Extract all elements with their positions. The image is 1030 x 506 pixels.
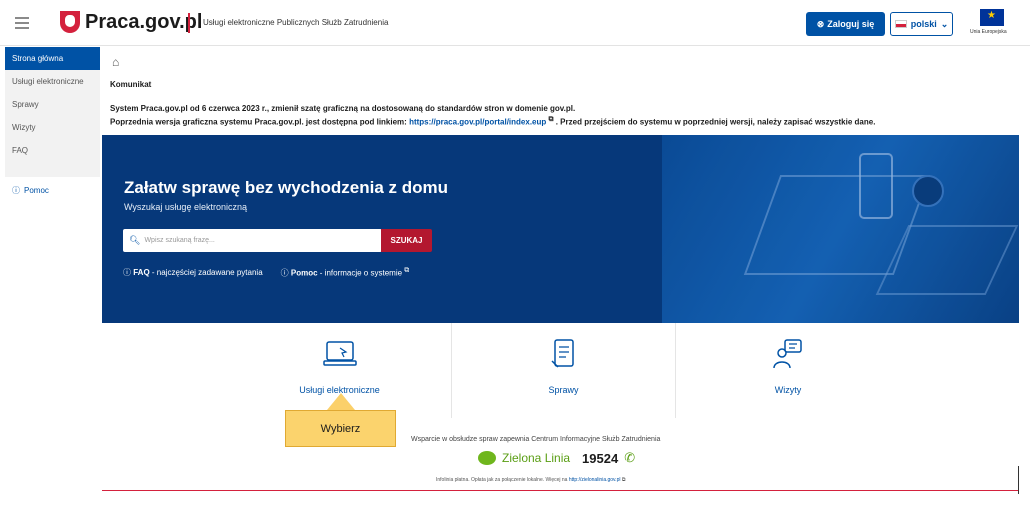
language-label: polski	[910, 19, 937, 29]
sidebar-item-home[interactable]: Strona główna	[5, 47, 100, 70]
eu-flag-icon	[980, 9, 1004, 26]
help-link[interactable]: ⓘ Pomoc - informacje o systemie ⧉	[281, 267, 410, 279]
sidebar-item-cases[interactable]: Sprawy	[5, 93, 100, 116]
external-link-icon: ⧉	[404, 267, 410, 274]
cup-illustration	[912, 175, 944, 207]
sidebar-item-faq[interactable]: FAQ	[5, 139, 100, 162]
fine-print: Infolinia płatna. Opłata jak za połączen…	[436, 477, 625, 483]
green-line: Zielona Linia 19524 ✆	[478, 450, 635, 466]
bottom-divider	[102, 490, 1019, 491]
top-bar: Praca.gov.pl Usługi elektroniczne Public…	[0, 0, 1030, 46]
faq-link-desc: - najczęściej zadawane pytania	[151, 268, 263, 277]
green-line-logo-icon	[478, 451, 496, 465]
search-placeholder: Wpisz szukaną frazę...	[144, 237, 215, 244]
support-text: Wsparcie w obsłudze spraw zapewnia Centr…	[411, 436, 661, 443]
card-cases[interactable]: Sprawy	[452, 323, 676, 418]
green-line-number: 19524	[582, 450, 619, 466]
help-label: Pomoc	[24, 186, 49, 195]
polish-flag-icon	[894, 20, 907, 28]
notice-title: Komunikat	[110, 80, 152, 89]
laptop-icon	[320, 335, 360, 373]
help-link-desc: - informacje o systemie	[319, 268, 403, 278]
logo-divider	[188, 13, 190, 33]
eagle-emblem-icon	[60, 11, 80, 33]
document-icon	[544, 335, 584, 373]
external-link-icon: ⧉	[548, 116, 554, 123]
notice-line-2-prefix: Poprzednia wersja graficzna systemu Prac…	[110, 117, 407, 127]
language-select[interactable]: polski ⌄	[890, 12, 953, 36]
faq-link-label: FAQ	[133, 268, 150, 277]
faq-link[interactable]: ⓘ FAQ - najczęściej zadawane pytania	[123, 267, 263, 279]
question-icon: ⓘ	[123, 268, 131, 277]
search-icon: 🔍︎	[129, 235, 141, 245]
sidebar-item-services[interactable]: Usługi elektroniczne	[5, 70, 100, 93]
user-icon: ⊗	[816, 18, 825, 29]
notice-line-2-suffix: . Przed przejściem do systemu w poprzedn…	[555, 117, 876, 127]
hero-subtitle: Wyszukaj usługę elektroniczną	[124, 202, 247, 212]
phone-icon: ✆	[624, 450, 636, 465]
old-version-link[interactable]: https://praca.gov.pl/portal/index.eup	[409, 118, 546, 127]
help-link-label: Pomoc	[290, 268, 318, 278]
chevron-down-icon: ⌄	[940, 18, 949, 29]
notice-line-2: Poprzednia wersja graficzna systemu Prac…	[110, 116, 875, 127]
login-button[interactable]: ⊗ Zaloguj się	[806, 12, 885, 36]
site-logo[interactable]: Praca.gov.pl	[85, 11, 202, 34]
hero-links: ⓘ FAQ - najczęściej zadawane pytania ⓘ P…	[123, 267, 409, 279]
green-line-name: Zielona Linia	[502, 451, 571, 465]
hero-illustration	[662, 135, 1019, 323]
right-edge-line	[1018, 466, 1019, 494]
info-icon: ⓘ	[280, 268, 289, 278]
green-line-link[interactable]: http://zielonalinia.gov.pl	[569, 477, 621, 483]
sidebar: Strona główna Usługi elektroniczne Spraw…	[5, 47, 100, 177]
info-icon: ⓘ	[12, 186, 20, 195]
tooltip-choose: Wybierz	[285, 410, 396, 447]
card-cases-label: Sprawy	[548, 385, 579, 395]
visit-icon	[768, 335, 808, 373]
login-label: Zaloguj się	[827, 19, 875, 29]
menu-icon[interactable]	[15, 17, 29, 29]
phone-illustration	[859, 153, 893, 219]
hero-banner: Załatw sprawę bez wychodzenia z domu Wys…	[102, 135, 1019, 323]
search-input[interactable]: 🔍︎ Wpisz szukaną frazę...	[123, 229, 382, 252]
eu-label: Unia Europejska	[970, 29, 1007, 35]
sidebar-item-help[interactable]: ⓘ Pomoc	[12, 185, 49, 196]
sidebar-item-visits[interactable]: Wizyty	[5, 116, 100, 139]
search-button[interactable]: SZUKAJ	[381, 229, 432, 252]
card-visits-label: Wizyty	[774, 385, 802, 395]
fine-print-text: Infolinia płatna. Opłata jak za połączen…	[436, 477, 568, 483]
external-link-icon: ⧉	[621, 477, 626, 483]
hero-title: Załatw sprawę bez wychodzenia z domu	[124, 178, 449, 197]
notice-line-1: System Praca.gov.pl od 6 czerwca 2023 r.…	[110, 104, 576, 113]
home-icon[interactable]: ⌂	[112, 55, 119, 69]
card-visits[interactable]: Wizyty	[676, 323, 900, 418]
tooltip-arrow	[327, 393, 355, 410]
site-subtitle: Usługi elektroniczne Publicznych Służb Z…	[203, 18, 389, 27]
